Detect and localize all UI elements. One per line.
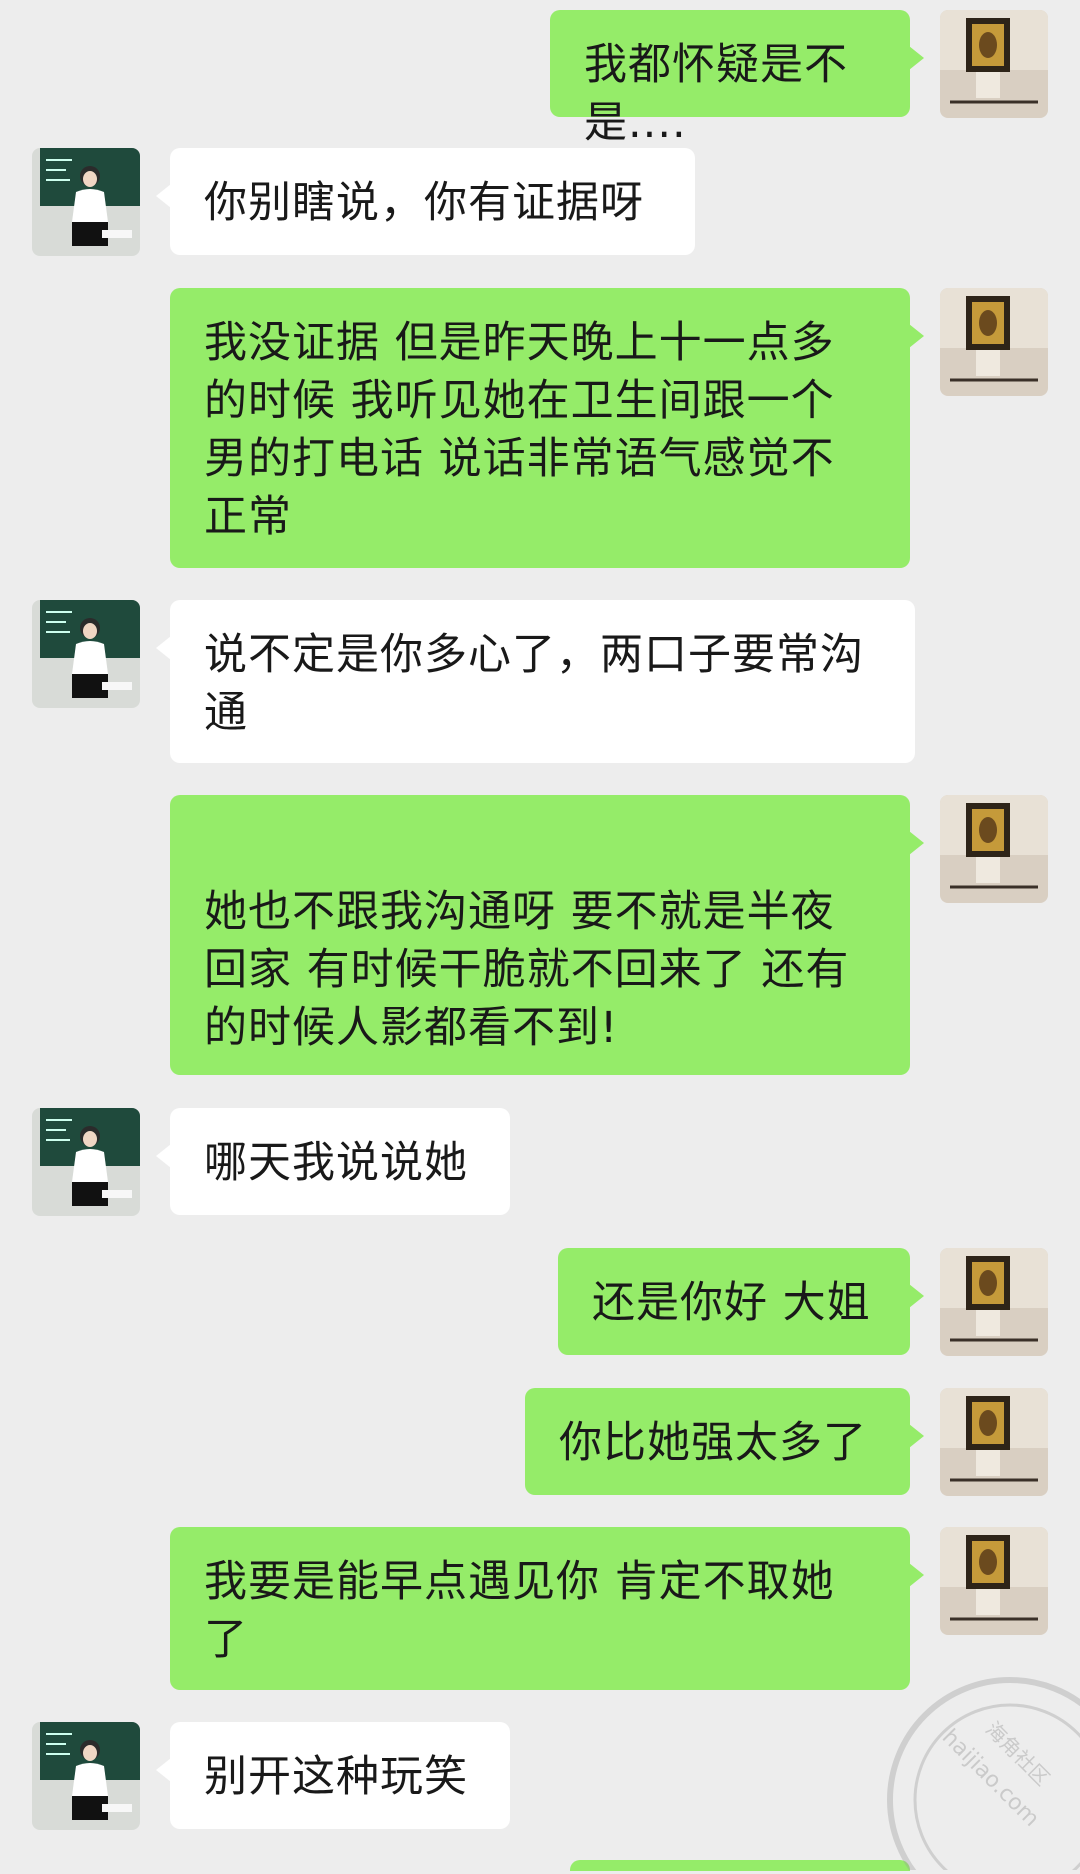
watermark-site: haijiao.com xyxy=(937,1725,1044,1832)
my-avatar[interactable] xyxy=(940,1248,1048,1356)
watermark-name: 海角社区 xyxy=(981,1717,1055,1791)
message-bubble[interactable]: 哪天我说说她 xyxy=(156,1108,510,1215)
my-avatar[interactable] xyxy=(940,1388,1048,1496)
message-bubble[interactable]: 我要是能早点遇见你 肯定不取她了 xyxy=(170,1527,924,1690)
message-bubble[interactable]: 还是你好 大姐 xyxy=(558,1248,924,1355)
my-avatar[interactable] xyxy=(940,10,1048,118)
my-avatar[interactable] xyxy=(940,1527,1048,1635)
my-avatar[interactable] xyxy=(940,288,1048,396)
message-bubble[interactable]: 我都怀疑是不是.... xyxy=(550,10,924,148)
my-avatar[interactable] xyxy=(940,795,1048,903)
message-bubble[interactable]: 你别瞎说，你有证据呀 xyxy=(156,148,695,255)
message-bubble[interactable]: 别开这种玩笑 xyxy=(156,1722,510,1829)
contact-avatar[interactable] xyxy=(32,1108,140,1216)
partial-message-bubble xyxy=(570,1860,910,1871)
message-bubble[interactable]: 说不定是你多心了，两口子要常沟通 xyxy=(156,600,915,763)
contact-avatar[interactable] xyxy=(32,148,140,256)
message-bubble[interactable]: 你比她强太多了 xyxy=(525,1388,924,1495)
message-bubble[interactable]: 她也不跟我沟通呀 要不就是半夜回家 有时候干脆就不回来了 还有的时候人影都看不到… xyxy=(170,795,924,1075)
contact-avatar[interactable] xyxy=(32,600,140,708)
message-bubble[interactable]: 我没证据 但是昨天晚上十一点多的时候 我听见她在卫生间跟一个男的打电话 说话非常… xyxy=(170,288,924,568)
contact-avatar[interactable] xyxy=(32,1722,140,1830)
